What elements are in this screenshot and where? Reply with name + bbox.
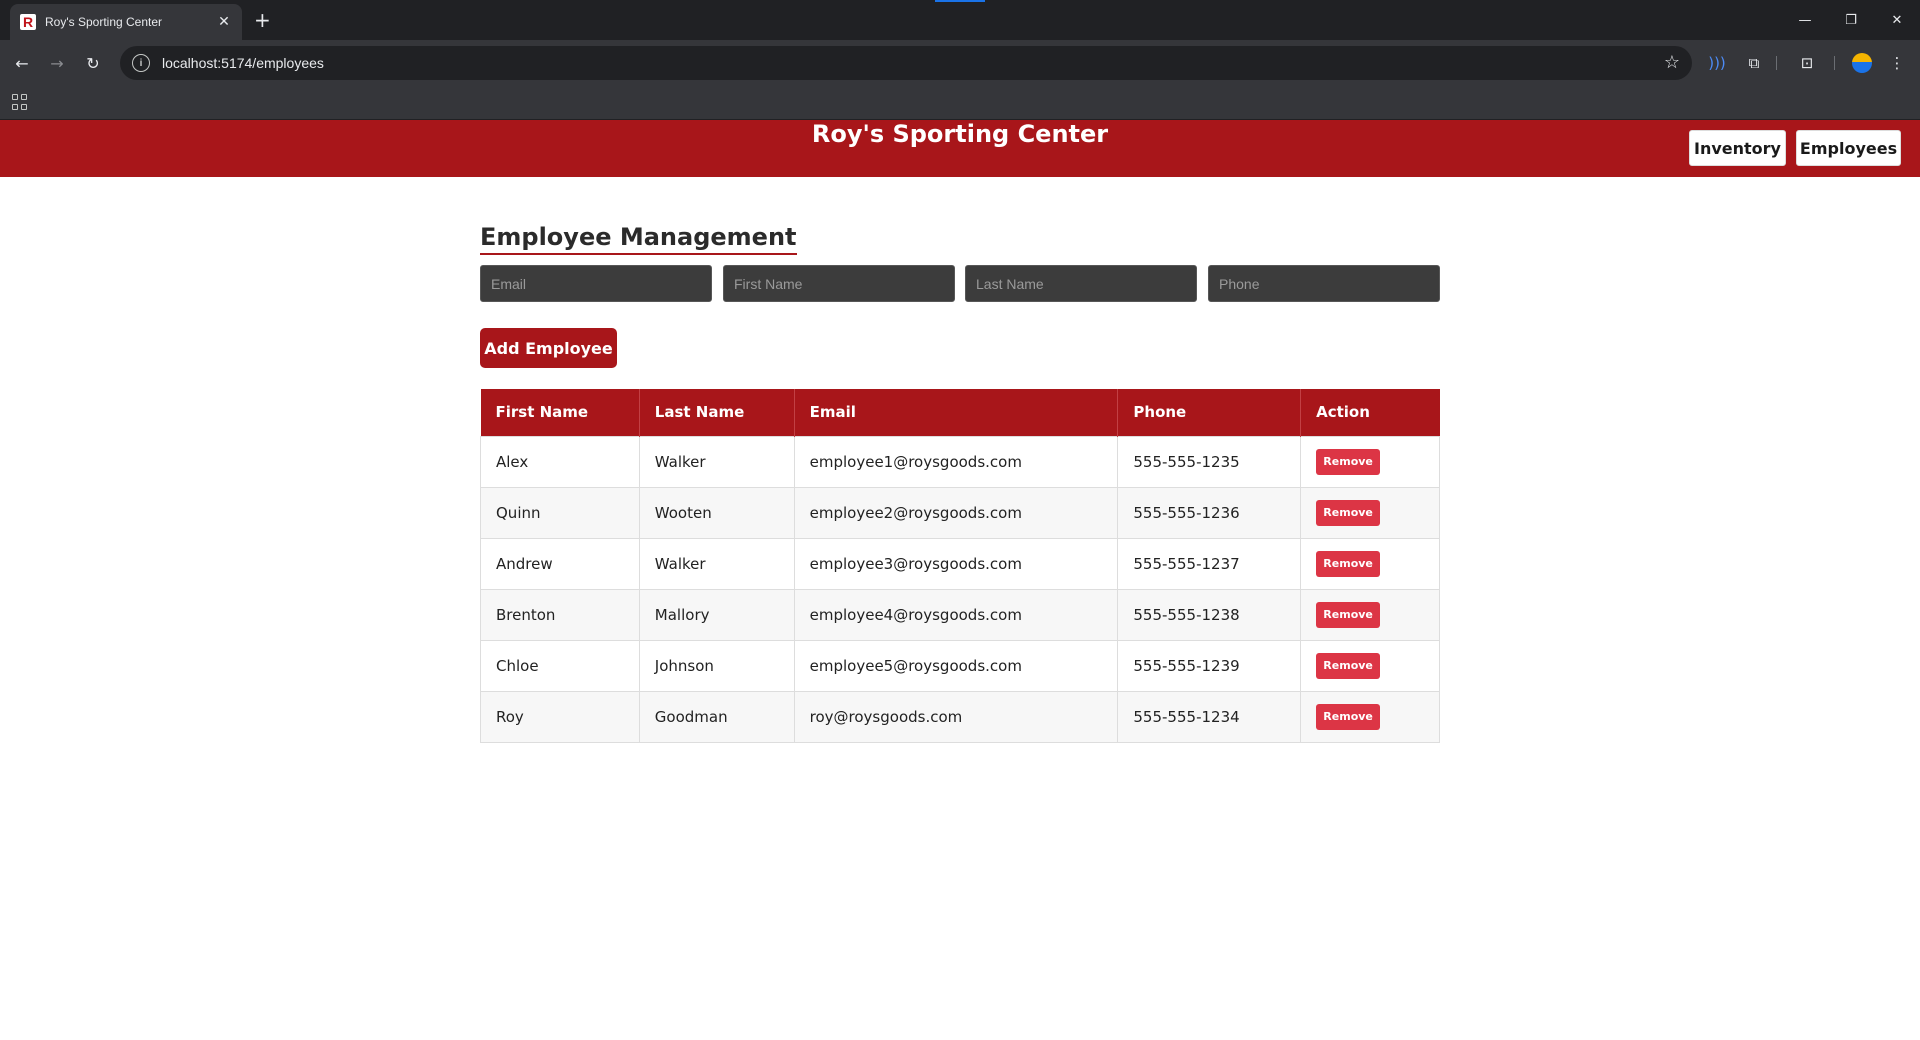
tab-strip: R Roy's Sporting Center ✕ + — ❐ ✕ <box>0 0 1920 40</box>
read-aloud-icon[interactable]: ))) <box>1705 51 1729 75</box>
email-field[interactable] <box>480 265 712 302</box>
menu-icon[interactable]: ⋮ <box>1885 51 1909 75</box>
remove-button[interactable]: Remove <box>1316 703 1381 730</box>
table-row: Andrew Walker employee3@roysgoods.com 55… <box>480 537 1440 590</box>
cell-email: employee1@roysgoods.com <box>793 435 1119 488</box>
table-row: Chloe Johnson employee5@roysgoods.com 55… <box>480 639 1440 692</box>
cell-action: Remove <box>1300 690 1440 743</box>
tab-close-icon[interactable]: ✕ <box>216 14 232 30</box>
bookmark-star-icon[interactable]: ☆ <box>1664 52 1680 73</box>
minimize-icon[interactable]: — <box>1782 0 1828 40</box>
cell-email: employee5@roysgoods.com <box>793 639 1119 692</box>
toolbar-divider <box>1834 56 1835 70</box>
cell-phone: 555-555-1236 <box>1117 486 1302 539</box>
url-text: localhost:5174/employees <box>162 55 324 71</box>
cell-first-name: Chloe <box>480 639 640 692</box>
screen-search-icon[interactable]: ⊡ <box>1795 51 1819 75</box>
cell-last-name: Goodman <box>638 690 795 743</box>
reload-icon[interactable]: ↻ <box>81 51 105 75</box>
cell-last-name: Johnson <box>638 639 795 692</box>
window-controls: — ❐ ✕ <box>1782 0 1920 40</box>
close-window-icon[interactable]: ✕ <box>1874 0 1920 40</box>
cell-phone: 555-555-1237 <box>1117 537 1302 590</box>
table-row: Roy Goodman roy@roysgoods.com 555-555-12… <box>480 690 1440 743</box>
cell-first-name: Andrew <box>480 537 640 590</box>
table-row: Quinn Wooten employee2@roysgoods.com 555… <box>480 486 1440 539</box>
browser-tab[interactable]: R Roy's Sporting Center ✕ <box>10 4 242 40</box>
cell-email: roy@roysgoods.com <box>793 690 1119 743</box>
page-title: Employee Management <box>480 223 797 255</box>
phone-field[interactable] <box>1208 265 1440 302</box>
site-favicon-icon: R <box>20 14 36 30</box>
bookmarks-bar <box>0 86 1920 120</box>
remove-button[interactable]: Remove <box>1316 652 1381 679</box>
cell-email: employee2@roysgoods.com <box>793 486 1119 539</box>
cell-first-name: Brenton <box>480 588 640 641</box>
forward-icon[interactable]: → <box>45 51 69 75</box>
cell-email: employee3@roysgoods.com <box>793 537 1119 590</box>
cell-phone: 555-555-1235 <box>1117 435 1302 488</box>
cell-action: Remove <box>1300 486 1440 539</box>
app-header: Roy's Sporting Center Inventory Employee… <box>0 120 1920 177</box>
cell-last-name: Wooten <box>638 486 795 539</box>
page: Roy's Sporting Center Inventory Employee… <box>0 120 1920 1040</box>
app-title: Roy's Sporting Center <box>811 120 1109 148</box>
profile-avatar-icon[interactable] <box>1852 53 1872 73</box>
cell-last-name: Mallory <box>638 588 795 641</box>
cell-first-name: Roy <box>480 690 640 743</box>
browser-chrome: R Roy's Sporting Center ✕ + — ❐ ✕ ← → ↻ … <box>0 0 1920 120</box>
column-header-phone: Phone <box>1117 389 1302 436</box>
employee-table: First Name Last Name Email Phone Action … <box>480 389 1440 743</box>
cell-email: employee4@roysgoods.com <box>793 588 1119 641</box>
cell-phone: 555-555-1238 <box>1117 588 1302 641</box>
cell-action: Remove <box>1300 639 1440 692</box>
extensions-icon[interactable]: ⧉ <box>1742 51 1766 75</box>
remove-button[interactable]: Remove <box>1316 448 1381 475</box>
site-info-icon[interactable]: i <box>132 54 150 72</box>
nav-employees-button[interactable]: Employees <box>1796 130 1901 166</box>
first-name-field[interactable] <box>723 265 955 302</box>
table-header-row: First Name Last Name Email Phone Action <box>480 389 1440 436</box>
column-header-last-name: Last Name <box>639 389 795 436</box>
apps-grid-icon[interactable] <box>12 94 28 110</box>
tab-title: Roy's Sporting Center <box>45 15 163 29</box>
table-row: Alex Walker employee1@roysgoods.com 555-… <box>480 435 1440 488</box>
new-tab-icon[interactable]: + <box>254 10 271 30</box>
remove-button[interactable]: Remove <box>1316 601 1381 628</box>
table-row: Brenton Mallory employee4@roysgoods.com … <box>480 588 1440 641</box>
cell-phone: 555-555-1239 <box>1117 639 1302 692</box>
remove-button[interactable]: Remove <box>1316 550 1381 577</box>
last-name-field[interactable] <box>965 265 1197 302</box>
add-employee-button[interactable]: Add Employee <box>480 328 617 368</box>
column-header-first-name: First Name <box>480 389 640 436</box>
cell-first-name: Quinn <box>480 486 640 539</box>
cell-last-name: Walker <box>638 537 795 590</box>
back-icon[interactable]: ← <box>10 51 34 75</box>
cell-first-name: Alex <box>480 435 640 488</box>
column-header-action: Action <box>1300 389 1440 436</box>
cell-action: Remove <box>1300 537 1440 590</box>
cell-phone: 555-555-1234 <box>1117 690 1302 743</box>
cell-last-name: Walker <box>638 435 795 488</box>
nav-inventory-button[interactable]: Inventory <box>1689 130 1786 166</box>
address-bar[interactable]: i localhost:5174/employees ☆ <box>120 46 1692 80</box>
browser-toolbar: ← → ↻ i localhost:5174/employees ☆ ))) ⧉… <box>0 40 1920 86</box>
column-header-email: Email <box>794 389 1119 436</box>
cell-action: Remove <box>1300 588 1440 641</box>
restore-icon[interactable]: ❐ <box>1828 0 1874 40</box>
cell-action: Remove <box>1300 435 1440 488</box>
tab-search-indicator <box>935 0 985 2</box>
toolbar-divider <box>1776 56 1777 70</box>
remove-button[interactable]: Remove <box>1316 499 1381 526</box>
